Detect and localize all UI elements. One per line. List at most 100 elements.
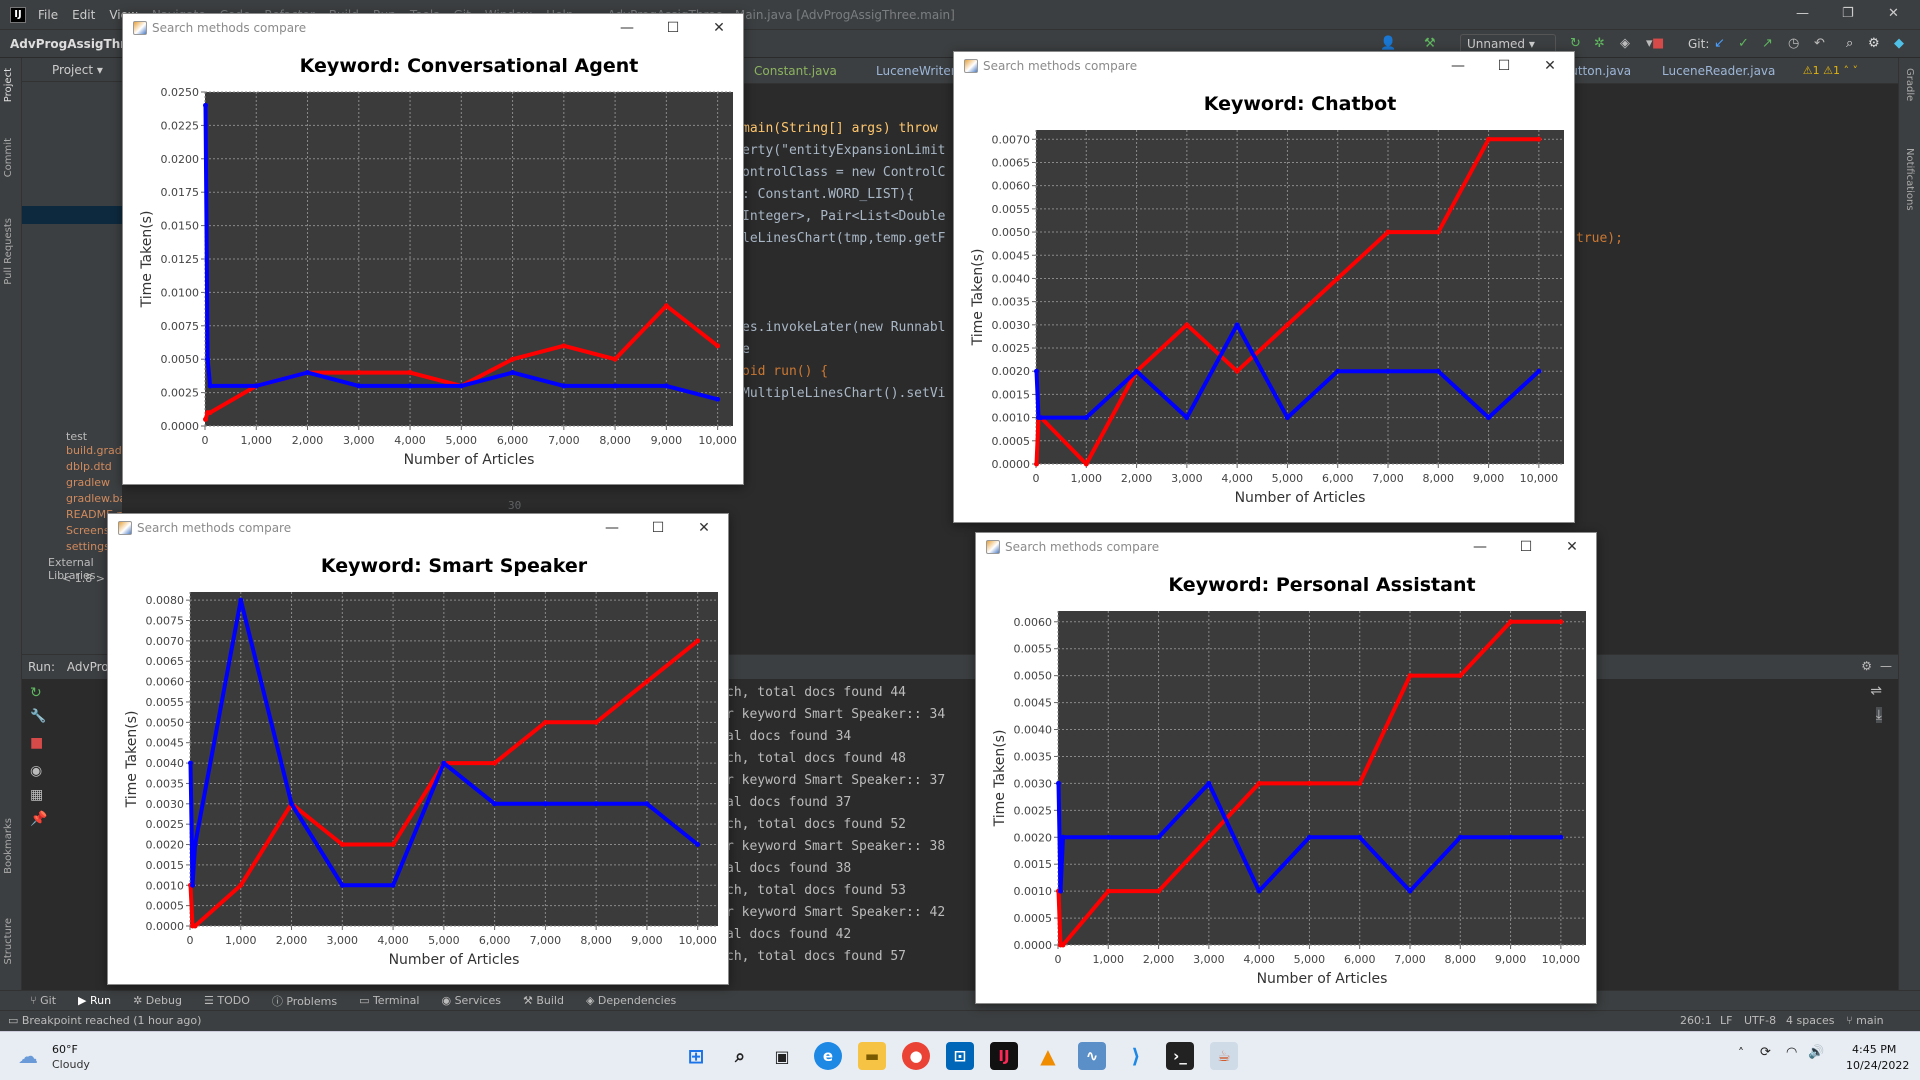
bottom-tab-run[interactable]: ▶ Run xyxy=(78,994,111,1007)
maximize-button[interactable]: ☐ xyxy=(646,517,670,539)
tree-jdk[interactable]: < 1.8 > xyxy=(62,572,105,585)
line-separator[interactable]: LF xyxy=(1720,1014,1732,1027)
task-view-icon[interactable]: ▣ xyxy=(768,1042,796,1070)
close-button[interactable]: ✕ xyxy=(1538,55,1562,77)
editor-tab-lucenereader[interactable]: LuceneReader.java xyxy=(1662,64,1775,78)
history-icon[interactable]: ◷ xyxy=(1788,36,1799,51)
rollback-icon[interactable]: ↶ xyxy=(1814,36,1825,51)
user-icon[interactable]: 👤 xyxy=(1380,36,1396,51)
tray-overflow-icon[interactable]: ˄ xyxy=(1738,1046,1744,1060)
stop-icon[interactable]: ■ xyxy=(1652,36,1664,51)
code-line-5: Integer>, Pair<List<Double xyxy=(742,209,946,224)
vlc-icon[interactable]: ▲ xyxy=(1034,1042,1062,1070)
editor-tab-constant[interactable]: Constant.java xyxy=(754,64,837,78)
tree-file-gradlew-bat[interactable]: gradlew.bat xyxy=(66,492,131,505)
tool-tab-notifications[interactable]: Notifications xyxy=(1904,148,1915,211)
build-hammer-icon[interactable]: ⚒ xyxy=(1424,36,1436,51)
search-taskbar-icon[interactable]: ⌕ xyxy=(726,1042,754,1070)
data-point-red xyxy=(1256,780,1262,786)
menu-file[interactable]: File xyxy=(38,8,58,22)
bottom-tab-git[interactable]: ⑂ Git xyxy=(30,994,56,1007)
tool-tab-project[interactable]: Project xyxy=(3,68,14,102)
tree-file-gradlew[interactable]: gradlew xyxy=(66,476,110,489)
y-tick-label: 0.0050 xyxy=(1014,670,1053,683)
chart-window-titlebar[interactable]: Search methods compare — ☐ ✕ xyxy=(976,533,1596,561)
coverage-icon[interactable]: ◈ xyxy=(1620,36,1630,51)
resource-monitor-icon[interactable]: ∿ xyxy=(1078,1042,1106,1070)
tool-tab-bookmarks[interactable]: Bookmarks xyxy=(3,818,14,874)
rerun-icon[interactable]: ↻ xyxy=(1570,36,1581,51)
sync-icon[interactable]: ⟳ xyxy=(1760,1045,1771,1060)
close-button[interactable]: ✕ xyxy=(692,517,716,539)
tree-file-dblp-dtd[interactable]: dblp.dtd xyxy=(66,460,112,473)
close-button[interactable]: ✕ xyxy=(707,17,731,39)
bottom-tab-todo[interactable]: ☰ TODO xyxy=(204,994,250,1007)
bottom-tab-services[interactable]: ◉ Services xyxy=(441,994,501,1007)
bottom-tab-terminal[interactable]: ▭ Terminal xyxy=(359,994,419,1007)
chrome-browser-icon[interactable]: ● xyxy=(902,1042,930,1070)
maximize-button[interactable]: ☐ xyxy=(1492,55,1516,77)
bottom-tab-problems[interactable]: ⓘ Problems xyxy=(272,993,337,1009)
search-icon[interactable]: ⌕ xyxy=(1846,36,1853,51)
x-tick-label: 6,000 xyxy=(479,934,511,947)
ide-restore-button[interactable]: ❐ xyxy=(1842,6,1854,21)
weather-temperature[interactable]: 60°F xyxy=(52,1043,78,1056)
ide-minimize-button[interactable]: — xyxy=(1796,6,1809,21)
git-commit-icon[interactable]: ✓ xyxy=(1738,36,1749,51)
ms-store-icon[interactable]: ⊡ xyxy=(946,1042,974,1070)
menu-edit[interactable]: Edit xyxy=(72,8,95,22)
minimize-button[interactable]: — xyxy=(1446,55,1470,77)
chart-window-titlebar[interactable]: Search methods compare — ☐ ✕ xyxy=(108,514,728,542)
maximize-button[interactable]: ☐ xyxy=(1514,536,1538,558)
minimize-button[interactable]: — xyxy=(615,17,639,39)
chart-window-chatbot[interactable]: Search methods compare — ☐ ✕ Keyword: Ch… xyxy=(953,51,1575,523)
clock-date[interactable]: 10/24/2022 xyxy=(1846,1059,1909,1072)
git-push-icon[interactable]: ↗ xyxy=(1762,36,1773,51)
bottom-tab-debug[interactable]: ✲ Debug xyxy=(133,994,182,1007)
project-panel-header[interactable]: Project ▾ xyxy=(22,58,122,82)
wifi-icon[interactable]: ◠ xyxy=(1786,1045,1797,1060)
chart-window-conversational-agent[interactable]: Search methods compare — ☐ ✕ Keyword: Co… xyxy=(122,13,744,485)
terminal-taskbar-icon[interactable]: ›_ xyxy=(1166,1042,1194,1070)
file-explorer-icon[interactable]: ▬ xyxy=(858,1042,886,1070)
selected-tree-row[interactable] xyxy=(22,206,122,224)
volume-icon[interactable]: 🔊 xyxy=(1808,1045,1824,1060)
minimize-button[interactable]: — xyxy=(600,517,624,539)
chart-window-titlebar[interactable]: Search methods compare — ☐ ✕ xyxy=(954,52,1574,80)
maximize-button[interactable]: ☐ xyxy=(661,17,685,39)
settings-gear-icon[interactable]: ⚙ xyxy=(1868,36,1880,51)
chart-window-personal-assistant[interactable]: Search methods compare — ☐ ✕ Keyword: Pe… xyxy=(975,532,1597,1004)
tool-tab-pull-requests[interactable]: Pull Requests xyxy=(3,218,14,285)
chart-window-titlebar[interactable]: Search methods compare — ☐ ✕ xyxy=(123,14,743,42)
plugin-icon[interactable]: ◆ xyxy=(1894,36,1904,51)
tree-folder-test[interactable]: test xyxy=(66,430,87,443)
chart-window-smart-speaker[interactable]: Search methods compare — ☐ ✕ Keyword: Sm… xyxy=(107,513,729,985)
close-button[interactable]: ✕ xyxy=(1560,536,1584,558)
tool-tab-gradle[interactable]: Gradle xyxy=(1904,68,1915,101)
file-encoding[interactable]: UTF-8 xyxy=(1744,1014,1776,1027)
java-app-icon[interactable]: ☕ xyxy=(1210,1042,1238,1070)
bottom-tab-dependencies[interactable]: ◈ Dependencies xyxy=(586,994,676,1007)
inspection-widget[interactable]: ⚠1 ⚠1 ˄ ˅ xyxy=(1803,64,1858,77)
git-update-icon[interactable]: ↙ xyxy=(1714,36,1725,51)
caret-position[interactable]: 260:1 xyxy=(1680,1014,1712,1027)
minimize-button[interactable]: — xyxy=(1468,536,1492,558)
tool-tab-commit[interactable]: Commit xyxy=(3,138,14,177)
git-branch[interactable]: ⑂ main xyxy=(1846,1014,1884,1027)
start-windows-icon[interactable]: ⊞ xyxy=(682,1042,710,1070)
data-point-blue xyxy=(407,383,413,389)
clock-time[interactable]: 4:45 PM xyxy=(1852,1043,1896,1056)
weather-description[interactable]: Cloudy xyxy=(52,1058,90,1071)
status-message[interactable]: ▭ Breakpoint reached (1 hour ago) xyxy=(8,1014,201,1027)
weather-cloud-icon[interactable]: ☁ xyxy=(18,1044,38,1068)
vscode-icon[interactable]: ⟩ xyxy=(1122,1042,1150,1070)
x-tick-label: 1,000 xyxy=(241,434,273,447)
indent-setting[interactable]: 4 spaces xyxy=(1786,1014,1835,1027)
tool-tab-structure[interactable]: Structure xyxy=(3,918,14,965)
intellij-taskbar-icon[interactable]: IJ xyxy=(990,1042,1018,1070)
edge-browser-icon[interactable]: e xyxy=(814,1042,842,1070)
debug-bug-icon[interactable]: ✲ xyxy=(1594,36,1605,51)
data-point-red xyxy=(644,679,650,685)
bottom-tab-build[interactable]: ⚒ Build xyxy=(523,994,564,1007)
ide-close-button[interactable]: ✕ xyxy=(1888,6,1899,21)
